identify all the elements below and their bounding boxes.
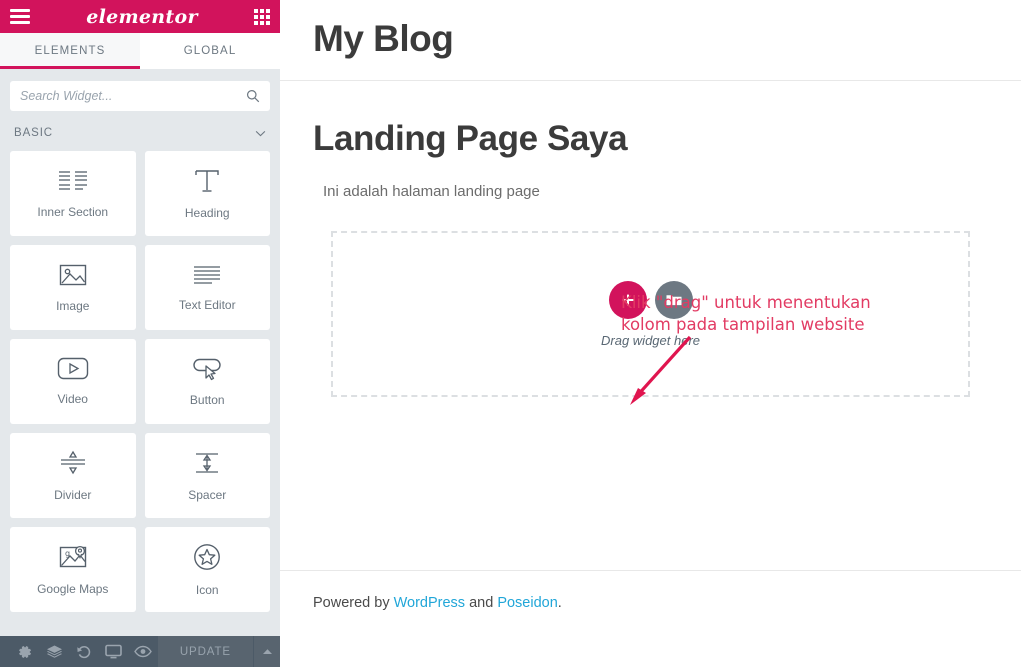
update-button[interactable]: UPDATE [157,636,254,667]
widget-heading[interactable]: Heading [144,151,270,236]
widget-video[interactable]: Video [10,339,136,424]
preview-eye-icon[interactable] [128,636,158,667]
widget-button[interactable]: Button [144,339,270,424]
star-circle-icon [194,543,221,570]
footer-prefix: Powered by [313,595,394,611]
page-subtitle: Ini adalah halaman landing page [323,183,540,200]
widget-image[interactable]: Image [10,245,136,330]
footer-middle: and [465,595,498,611]
history-icon[interactable] [69,636,99,667]
footer-credits: Powered by WordPress and Poseidon. [313,595,988,611]
search-widget-box[interactable] [10,81,270,111]
heading-t-icon [195,169,219,192]
tab-global[interactable]: GLOBAL [140,33,280,69]
text-lines-icon [194,265,221,284]
widget-inner-section[interactable]: Inner Section [10,151,136,236]
settings-gear-icon[interactable] [10,636,40,667]
svg-text:g: g [65,549,70,558]
footer-suffix: . [557,595,562,611]
widget-spacer[interactable]: Spacer [144,433,270,518]
panel-tabs: ELEMENTS GLOBAL [0,33,280,69]
site-footer: Powered by WordPress and Poseidon. [280,570,1021,611]
editor-panel: elementor ELEMENTS GLOBAL BASIC [0,0,296,667]
section-basic-label: BASIC [14,127,54,139]
divider-icon [60,450,85,474]
inner-section-icon [58,170,87,190]
widget-label: Divider [54,487,92,502]
elementor-editor: elementor ELEMENTS GLOBAL BASIC [0,0,1021,667]
update-group: UPDATE [157,636,281,667]
widget-label: Video [57,392,88,406]
image-icon [59,264,86,285]
tab-elements[interactable]: ELEMENTS [0,33,140,69]
site-header: My Blog [280,0,1021,81]
widget-grid: Inner Section Heading Image Text Editor … [10,151,270,612]
panel-header: elementor [0,0,280,33]
widget-label: Google Maps [37,581,109,596]
page-content: Landing Page Saya Ini adalah halaman lan… [280,81,1021,405]
annotation-arrow-icon [630,335,692,405]
video-play-icon [57,357,88,380]
section-basic-header[interactable]: BASIC [10,125,270,151]
widget-text-editor[interactable]: Text Editor [144,245,270,330]
tab-global-label: GLOBAL [183,45,237,57]
spacer-icon [196,452,219,473]
widget-label: Inner Section [37,204,109,219]
site-title: My Blog [313,18,454,59]
google-maps-icon: g [59,545,86,567]
hamburger-icon[interactable] [10,9,30,24]
chevron-down-icon [255,130,266,136]
widget-label: Spacer [188,487,227,502]
widget-label: Image [56,298,90,313]
button-cursor-icon [193,358,221,380]
widget-label: Heading [184,205,230,220]
widget-icon[interactable]: Icon [144,527,270,612]
elementor-logo: elementor [86,5,198,28]
annotation-text: Klik "drag" untuk menentukan kolom pada … [621,293,871,334]
widget-label: Icon [195,582,219,597]
panel-body: BASIC [0,69,280,636]
wordpress-link[interactable]: WordPress [394,595,465,611]
page-title: Landing Page Saya [313,119,628,158]
widget-google-maps[interactable]: g Google Maps [10,527,136,612]
search-input[interactable] [20,89,246,103]
widget-divider[interactable]: Divider [10,433,136,518]
caret-up-icon[interactable] [253,636,281,667]
poseidon-link[interactable]: Poseidon [497,595,557,611]
panel-footer-toolbar: UPDATE [0,636,281,667]
widget-label: Text Editor [178,297,236,312]
responsive-monitor-icon[interactable] [99,636,129,667]
tab-elements-label: ELEMENTS [34,45,106,57]
grid-apps-icon[interactable] [254,8,270,25]
widget-label: Button [189,392,225,407]
search-icon [246,89,260,103]
preview-canvas: My Blog Landing Page Saya Ini adalah hal… [280,0,1021,667]
navigator-layers-icon[interactable] [40,636,70,667]
